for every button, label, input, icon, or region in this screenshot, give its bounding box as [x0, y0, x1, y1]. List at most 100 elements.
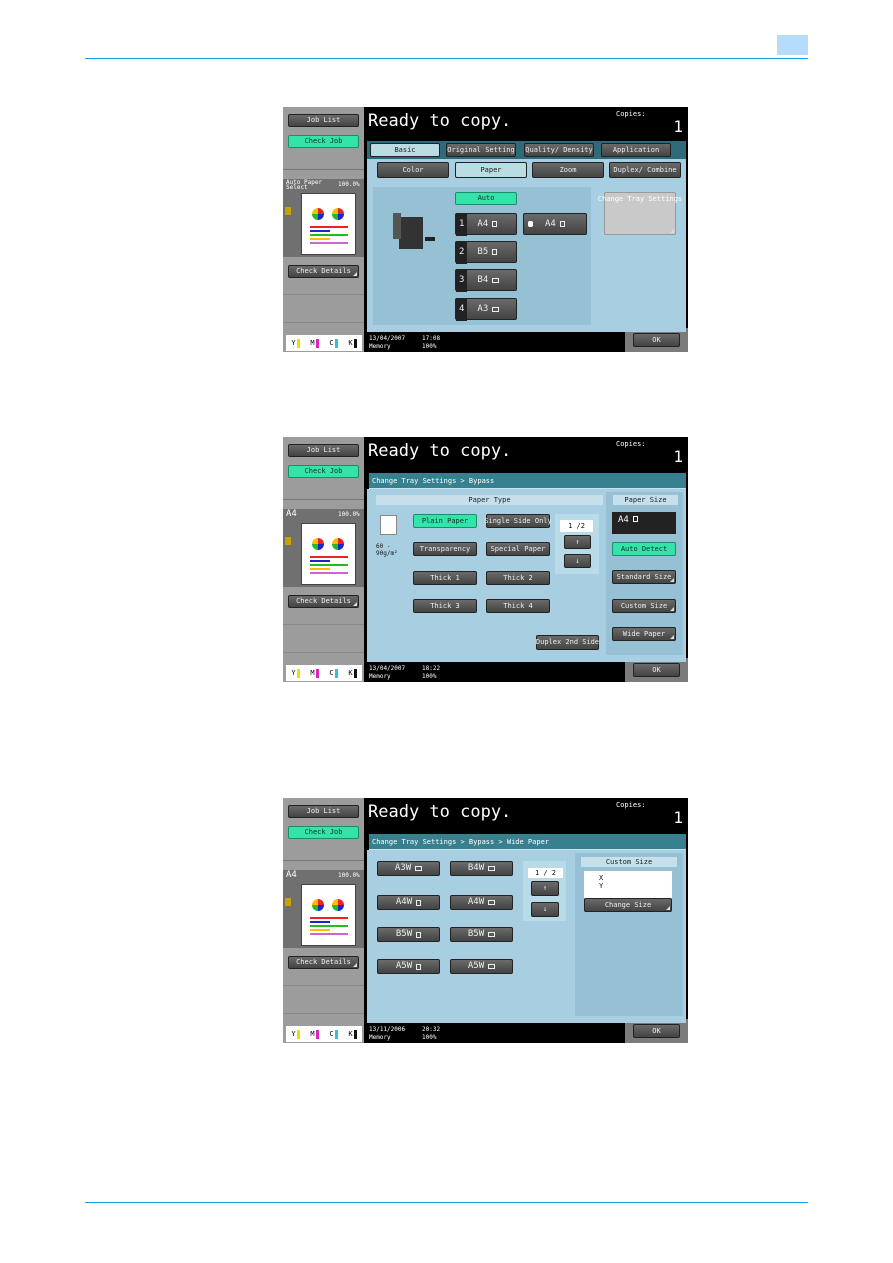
ok-button[interactable]: OK [633, 663, 680, 677]
check-details-button-label: Check Details [296, 597, 351, 605]
text-line [310, 560, 330, 562]
thick-3-button-label: Thick 3 [430, 601, 460, 610]
tray-1-button[interactable]: 1 A4 [455, 212, 517, 236]
x-label: X [599, 874, 604, 882]
a4w-landscape-button[interactable]: A4W [450, 895, 513, 910]
paper-icon[interactable] [380, 515, 397, 535]
standard-size-button[interactable]: Standard Size [612, 570, 676, 584]
auto-detect-button-label: Auto Detect [620, 544, 668, 553]
tab-quality-density-label: Quality/ Density [525, 145, 593, 154]
subtab-duplex-combine[interactable]: Duplex/ Combine [609, 162, 681, 178]
ok-button[interactable]: OK [633, 1024, 680, 1038]
thick-2-button[interactable]: Thick 2 [486, 571, 550, 585]
paper-icon [416, 899, 422, 906]
status-message: Ready to copy. [368, 802, 512, 822]
toner-level-icon [296, 668, 300, 678]
tab-application[interactable]: Application [601, 143, 671, 157]
auto-detect-button[interactable]: Auto Detect [612, 542, 676, 556]
copies-label: Copies: [616, 110, 646, 118]
job-list-button[interactable]: Job List [288, 805, 359, 818]
tray-2-button[interactable]: 2 B5 [455, 240, 517, 264]
page-up-button[interactable]: ↑ [531, 881, 559, 896]
preview-zoom: 100.0% [338, 872, 360, 879]
check-details-button[interactable]: Check Details [288, 956, 359, 969]
page-down-button[interactable]: ↓ [564, 554, 591, 568]
preview-area: A4 100.0% [283, 870, 364, 948]
custom-size-button[interactable]: Custom Size [612, 599, 676, 613]
duplex-2nd-side-button-label: Duplex 2nd Side [535, 638, 600, 646]
copies-value: 1 [673, 117, 683, 136]
thick-1-button[interactable]: Thick 1 [413, 571, 477, 585]
duplex-2nd-side-button[interactable]: Duplex 2nd Side [536, 635, 599, 650]
y-label: Y [599, 882, 604, 890]
tab-quality-density[interactable]: Quality/ Density [524, 143, 594, 157]
plain-paper-button[interactable]: Plain Paper [413, 514, 477, 528]
wide-paper-button[interactable]: Wide Paper [612, 627, 676, 641]
tray-3-button[interactable]: 3 B4 [455, 268, 517, 292]
thick-3-button[interactable]: Thick 3 [413, 599, 477, 613]
paper-icon [415, 866, 423, 871]
page-up-button[interactable]: ↑ [564, 535, 591, 549]
a4w-button-label: A4W [395, 897, 413, 907]
pie-chart-icon [312, 538, 324, 550]
text-line [310, 564, 348, 566]
bypass-tray-button[interactable]: A4 [523, 213, 587, 235]
a3w-button-label: A3W [394, 863, 412, 873]
time: 20:32 [422, 1026, 441, 1033]
check-job-button[interactable]: Check Job [288, 465, 359, 478]
b5w-button-label: B5W [395, 929, 413, 939]
change-tray-settings-button[interactable]: Change Tray Settings [598, 192, 682, 235]
preview-label: A4 [286, 510, 336, 519]
ok-button[interactable]: OK [633, 333, 680, 347]
check-job-button[interactable]: Check Job [288, 135, 359, 148]
check-details-button[interactable]: Check Details [288, 595, 359, 608]
toner-k: K [348, 668, 357, 678]
job-list-button[interactable]: Job List [288, 114, 359, 127]
text-line [310, 230, 330, 232]
preview-label-text: Auto Paper Select [286, 179, 323, 191]
separator [283, 499, 364, 500]
a4w-button[interactable]: A4W [377, 895, 440, 910]
preview-zoom: 100.0% [338, 511, 360, 518]
a5w-button[interactable]: A5W [377, 959, 440, 974]
copy-count-icon [285, 207, 291, 215]
tab-original-setting[interactable]: Original Setting [446, 143, 516, 157]
separator [283, 169, 364, 170]
auto-tray-button-label: Auto [477, 194, 495, 202]
copies-label: Copies: [616, 801, 646, 809]
toner-level-icon [353, 338, 357, 348]
subtab-color[interactable]: Color [377, 162, 449, 178]
change-size-button[interactable]: Change Size [584, 898, 672, 912]
transparency-button[interactable]: Transparency [413, 542, 477, 556]
page-down-button[interactable]: ↓ [531, 902, 559, 917]
b5w-landscape-button[interactable]: B5W [450, 927, 513, 942]
preview-label: Auto Paper Select [286, 179, 336, 191]
toner-y: Y [291, 338, 300, 348]
special-paper-button[interactable]: Special Paper [486, 542, 550, 556]
single-side-only-button[interactable]: Single Side Only [484, 514, 552, 528]
check-job-button-label: Check Job [304, 467, 343, 475]
breadcrumb: Change Tray Settings > Bypass [369, 473, 686, 489]
a3w-button[interactable]: A3W [377, 861, 440, 876]
b4w-button[interactable]: B4W [450, 861, 513, 876]
check-details-button[interactable]: Check Details [288, 265, 359, 278]
a5w-landscape-button-label: A5W [467, 961, 485, 971]
b5w-button[interactable]: B5W [377, 927, 440, 942]
change-size-button-label: Change Size [604, 900, 652, 909]
tray-4-button[interactable]: 4 A3 [455, 297, 517, 321]
tab-basic[interactable]: Basic [370, 143, 440, 157]
toner-label: Y [291, 1030, 296, 1038]
toner-level-icon [296, 1029, 300, 1039]
auto-tray-button[interactable]: Auto [455, 192, 517, 205]
subtab-paper[interactable]: Paper [455, 162, 527, 178]
thick-4-button[interactable]: Thick 4 [486, 599, 550, 613]
tray-size: B5 [477, 246, 489, 257]
job-list-button[interactable]: Job List [288, 444, 359, 457]
date: 13/04/2007 [369, 335, 406, 342]
memory-value: 100% [422, 343, 437, 350]
check-job-button[interactable]: Check Job [288, 826, 359, 839]
subtab-zoom[interactable]: Zoom [532, 162, 604, 178]
status-message: Ready to copy. [368, 111, 512, 131]
paper-portrait-icon [492, 221, 498, 227]
a5w-landscape-button[interactable]: A5W [450, 959, 513, 974]
